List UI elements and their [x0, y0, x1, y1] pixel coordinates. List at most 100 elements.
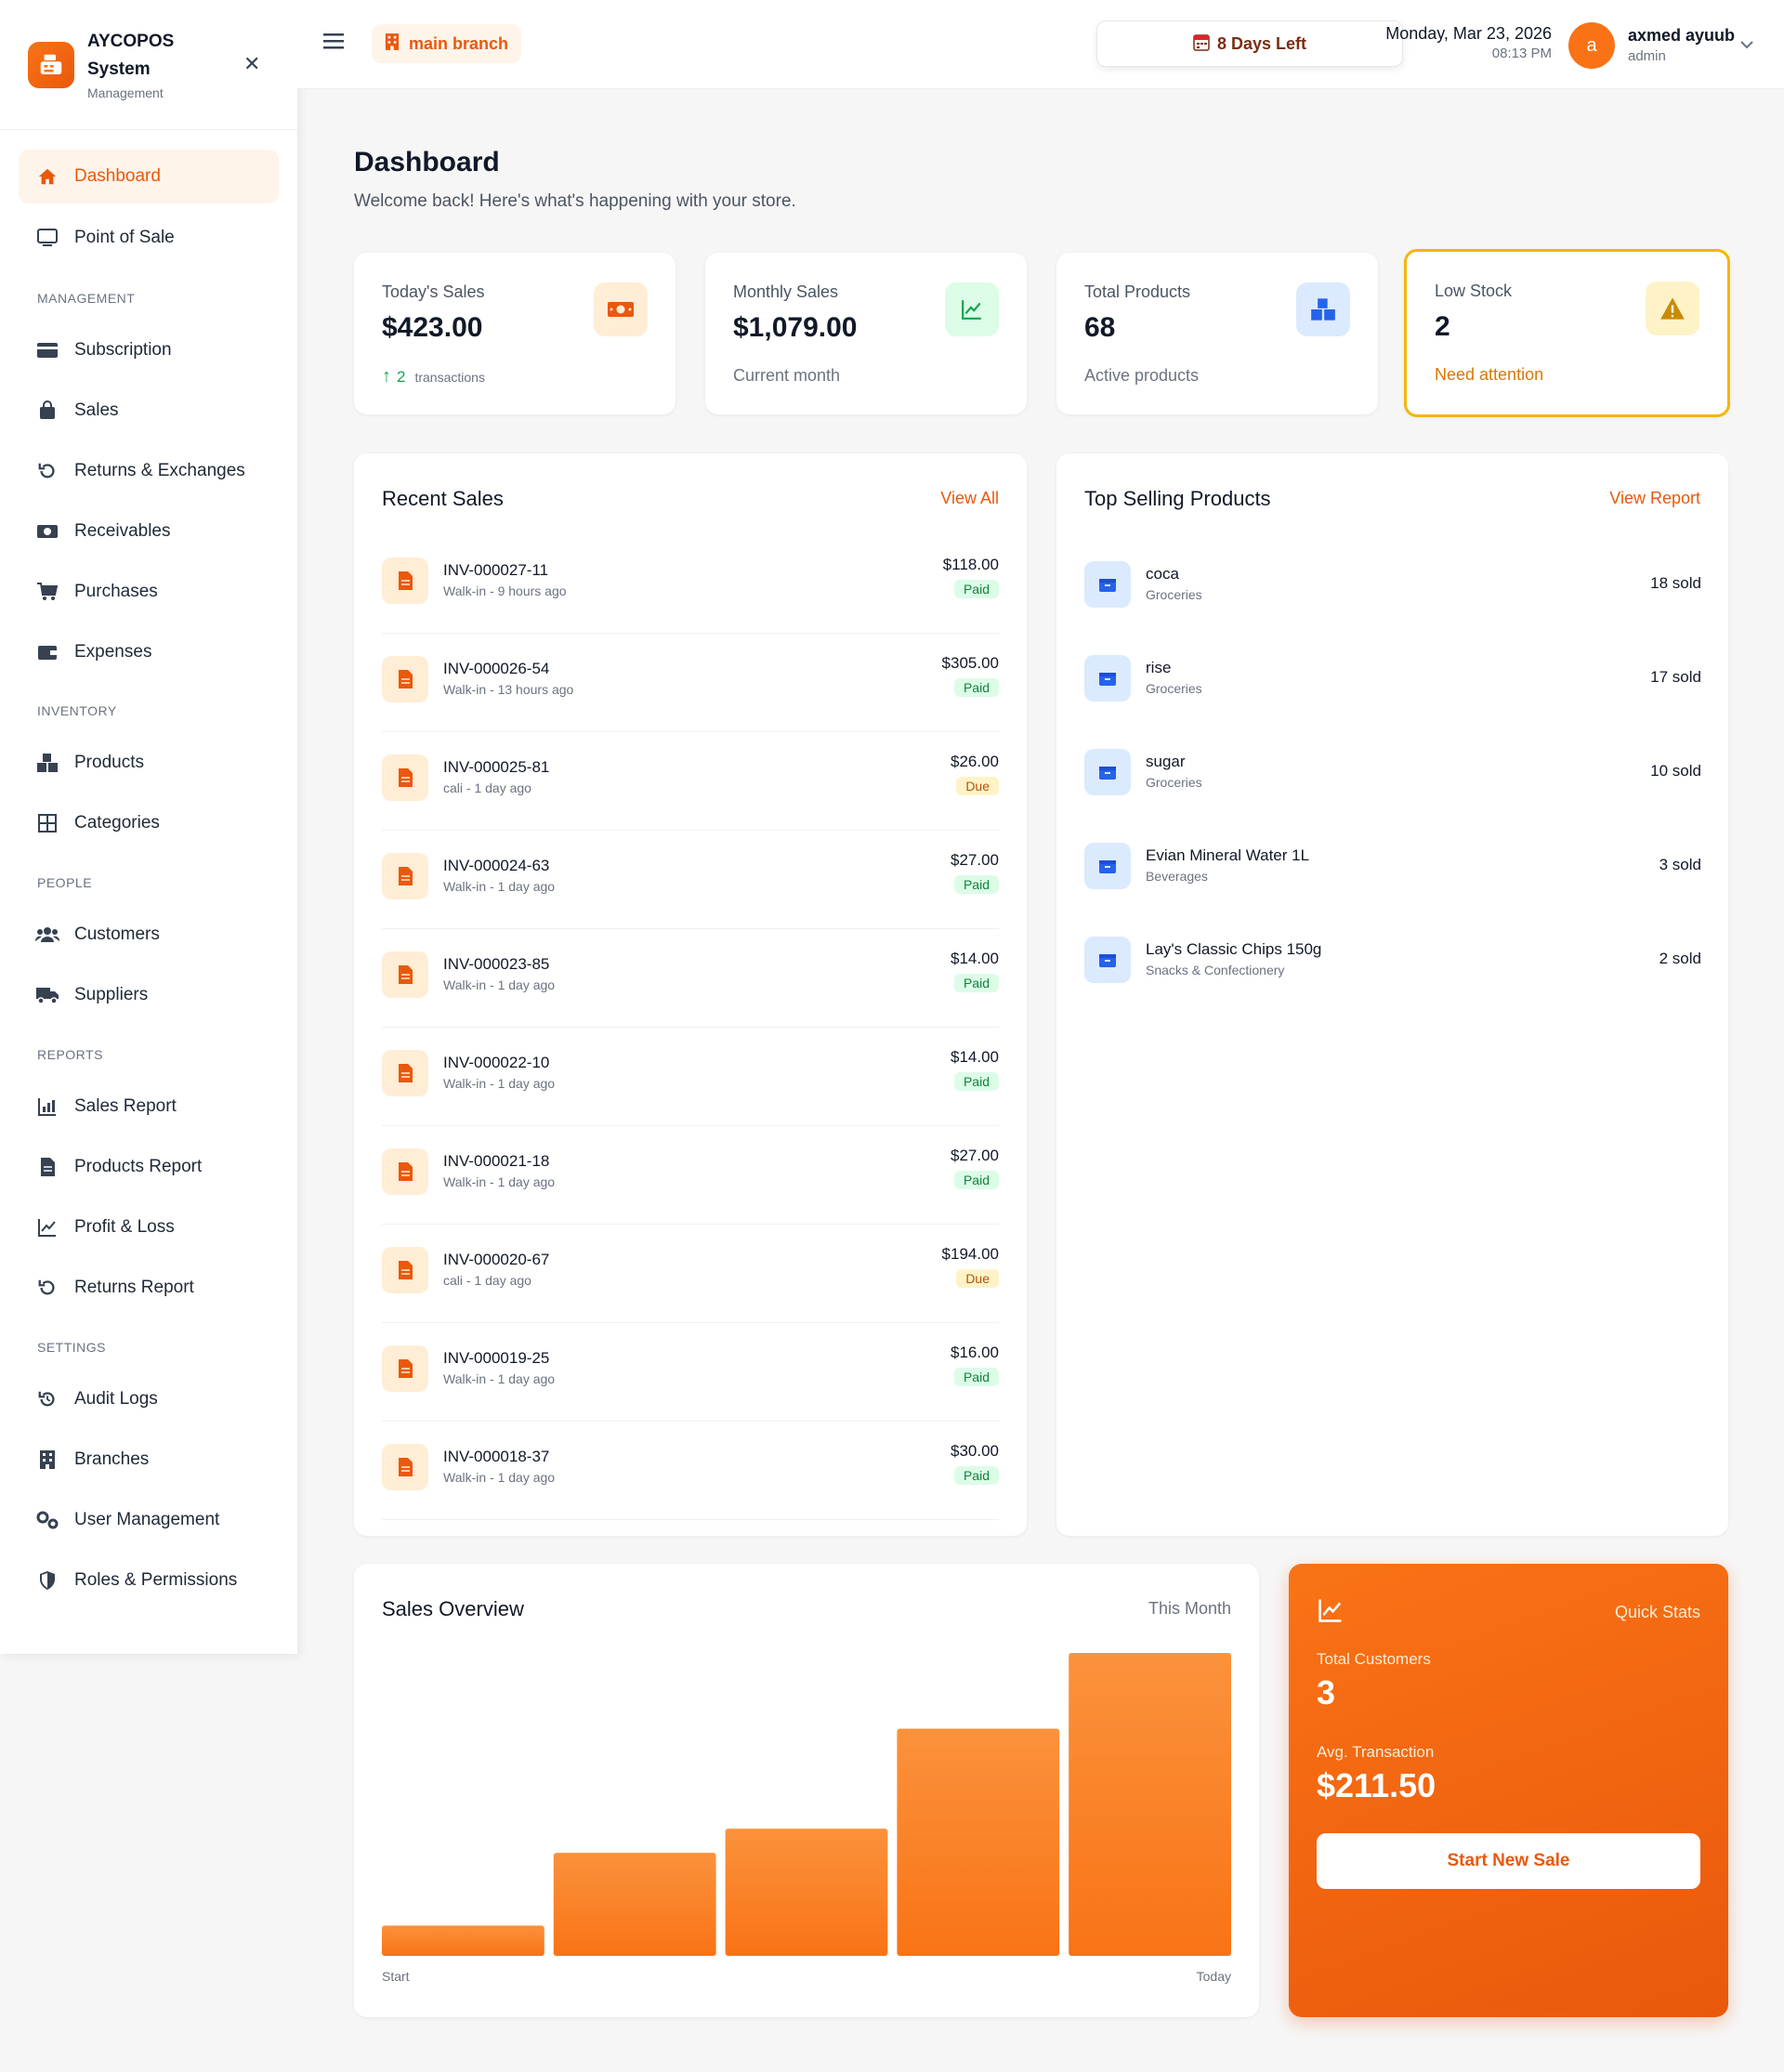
transactions-label: transactions [414, 369, 485, 385]
sidebar-item-label: Receivables [74, 521, 171, 541]
invoice-number: INV-000026-54 [443, 660, 550, 677]
invoice-icon [382, 656, 428, 702]
chart-bar[interactable] [553, 1853, 716, 1956]
avatar[interactable]: a [1568, 22, 1615, 69]
list-item[interactable]: coca Groceries 18 sold [1084, 543, 1701, 626]
stat-foot: Current month [733, 366, 841, 385]
list-item[interactable]: rise Groceries 17 sold [1084, 636, 1701, 720]
product-name: coca [1146, 565, 1179, 583]
sidebar-item-pos[interactable]: Point of Sale [19, 211, 279, 265]
list-item[interactable]: sugar Groceries 10 sold [1084, 730, 1701, 814]
sidebar-item-label: Sales [74, 400, 119, 420]
invoice-number: INV-000018-37 [443, 1448, 550, 1465]
datetime: Monday, Mar 23, 2026 08:13 PM [1366, 24, 1552, 61]
invoice-amount: $30.00 [951, 1442, 999, 1460]
sidebar-item-customers[interactable]: Customers [19, 908, 279, 962]
stat-card-total-products[interactable]: Total Products 68 Active products [1056, 253, 1378, 414]
invoice-icon [382, 853, 428, 899]
sidebar-item-expenses[interactable]: Expenses [19, 625, 279, 679]
invoice-meta: Walk-in - 13 hours ago [443, 682, 574, 697]
user-name[interactable]: axmed ayuub [1628, 26, 1735, 46]
stat-label: Total Products [1084, 282, 1191, 301]
table-row[interactable]: INV-000024-63 Walk-in - 1 day ago $27.00 Pa… [382, 831, 999, 929]
chevron-down-icon[interactable] [1739, 37, 1754, 54]
view-report-link[interactable]: View Report [1609, 489, 1700, 508]
sidebar-item-purchases[interactable]: Purchases [19, 565, 279, 619]
section-management: MANAGEMENT [37, 291, 136, 306]
table-row[interactable]: INV-000022-10 Walk-in - 1 day ago $14.00 Pa… [382, 1028, 999, 1126]
sidebar-item-label: Dashboard [74, 166, 161, 186]
sidebar-item-audit-logs[interactable]: Audit Logs [19, 1372, 279, 1426]
invoice-amount: $194.00 [941, 1245, 999, 1263]
invoice-icon [382, 1444, 428, 1490]
brand-header: AYCOPOS System Management ✕ [0, 0, 297, 130]
sidebar-item-products-report[interactable]: Products Report [19, 1140, 279, 1194]
list-item[interactable]: Evian Mineral Water 1L Beverages 3 sold [1084, 824, 1701, 908]
money-bill-icon [594, 282, 648, 336]
stat-label: Low Stock [1435, 282, 1513, 300]
table-row[interactable]: INV-000026-54 Walk-in - 13 hours ago $305.… [382, 634, 999, 732]
invoice-meta: Walk-in - 1 day ago [443, 1470, 556, 1485]
branch-selector[interactable]: main branch [372, 24, 522, 63]
stat-card-today-sales[interactable]: Today's Sales $423.00 ↑ 2 transactions [354, 253, 676, 414]
invoice-icon [382, 557, 428, 604]
sidebar-item-user-management[interactable]: User Management [19, 1493, 279, 1547]
history-icon [35, 1387, 59, 1411]
start-new-sale-button[interactable]: Start New Sale [1317, 1833, 1700, 1889]
product-category: Groceries [1146, 681, 1202, 696]
sidebar-item-label: Roles & Permissions [74, 1570, 238, 1590]
stat-card-low-stock[interactable]: Low Stock 2 Need attention [1404, 249, 1730, 417]
list-item[interactable]: Lay's Classic Chips 150g Snacks & Confect… [1084, 918, 1701, 1002]
invoice-meta: Walk-in - 1 day ago [443, 879, 556, 894]
chart-bar[interactable] [382, 1925, 544, 1956]
sidebar-item-returns[interactable]: Returns & Exchanges [19, 444, 279, 498]
sidebar-item-dashboard[interactable]: Dashboard [19, 150, 279, 203]
home-icon [35, 164, 59, 189]
product-name: rise [1146, 659, 1172, 676]
subscription-days-left[interactable]: 8 Days Left [1096, 20, 1403, 67]
product-category: Beverages [1146, 869, 1208, 884]
table-row[interactable]: INV-000019-25 Walk-in - 1 day ago $16.00 Pa… [382, 1323, 999, 1422]
sidebar-item-label: Subscription [74, 340, 172, 360]
app-subtitle: Management [87, 85, 164, 100]
sidebar-item-subscription[interactable]: Subscription [19, 323, 279, 377]
sidebar-item-branches[interactable]: Branches [19, 1433, 279, 1487]
table-row[interactable]: INV-000023-85 Walk-in - 1 day ago $14.00 Pa… [382, 929, 999, 1028]
invoice-number: INV-000025-81 [443, 758, 550, 776]
invoice-amount: $27.00 [951, 851, 999, 869]
sidebar-item-sales-report[interactable]: Sales Report [19, 1080, 279, 1134]
stat-card-monthly-sales[interactable]: Monthly Sales $1,079.00 Current month [705, 253, 1027, 414]
sidebar-item-categories[interactable]: Categories [19, 796, 279, 850]
status-badge: Due [956, 1269, 999, 1288]
sidebar-item-label: Point of Sale [74, 228, 175, 247]
hamburger-menu-icon[interactable] [323, 32, 344, 52]
quick-stats-label: Quick Stats [1614, 1603, 1700, 1621]
chart-period[interactable]: This Month [1148, 1599, 1231, 1619]
sidebar-item-label: Customers [74, 925, 160, 944]
sidebar-item-profit-loss[interactable]: Profit & Loss [19, 1200, 279, 1254]
stat-value: $423.00 [382, 312, 483, 343]
close-sidebar-icon[interactable]: ✕ [243, 52, 260, 76]
sidebar-item-returns-report[interactable]: Returns Report [19, 1261, 279, 1315]
sidebar-item-products[interactable]: Products [19, 736, 279, 790]
sidebar-item-receivables[interactable]: Receivables [19, 505, 279, 558]
section-people: PEOPLE [37, 875, 93, 890]
table-row[interactable]: INV-000025-81 cali - 1 day ago $26.00 Due [382, 732, 999, 831]
file-icon [35, 1155, 59, 1179]
sidebar-item-suppliers[interactable]: Suppliers [19, 968, 279, 1022]
sidebar-item-roles[interactable]: Roles & Permissions [19, 1554, 279, 1607]
chart-bar[interactable] [725, 1829, 888, 1956]
view-all-link[interactable]: View All [940, 489, 999, 508]
chart-bar[interactable] [1069, 1653, 1231, 1956]
table-row[interactable]: INV-000018-37 Walk-in - 1 day ago $30.00 Pa… [382, 1422, 999, 1520]
chart-bar[interactable] [897, 1728, 1060, 1957]
bar-chart-icon [35, 1095, 59, 1119]
invoice-icon [382, 951, 428, 998]
box-icon [1084, 749, 1131, 795]
table-row[interactable]: INV-000027-11 Walk-in - 9 hours ago $118.0… [382, 535, 999, 634]
sidebar-item-sales[interactable]: Sales [19, 384, 279, 438]
table-row[interactable]: INV-000020-67 cali - 1 day ago $194.00 Due [382, 1225, 999, 1323]
product-category: Snacks & Confectionery [1146, 963, 1285, 977]
product-sold: 10 sold [1650, 762, 1701, 780]
table-row[interactable]: INV-000021-18 Walk-in - 1 day ago $27.00 Pa… [382, 1126, 999, 1225]
